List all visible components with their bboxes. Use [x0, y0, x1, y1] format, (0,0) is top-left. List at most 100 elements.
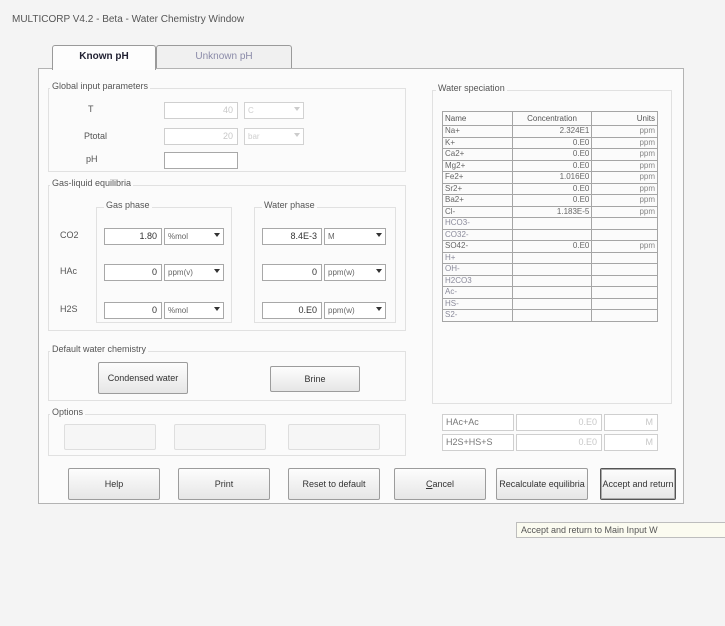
unit-cell: ppm	[591, 240, 658, 253]
chevron-down-icon	[294, 107, 300, 111]
unit-cell: ppm	[591, 159, 658, 172]
ptotal-unit-value: bar	[248, 132, 260, 141]
species-name-cell: Ca2+	[442, 148, 513, 161]
t-input[interactable]: 40	[164, 102, 238, 119]
co2-water-unit-select[interactable]: M	[324, 228, 386, 245]
h2s-total-unit: M	[604, 434, 658, 451]
species-name-cell: Mg2+	[442, 159, 513, 172]
column-header-units: Units	[591, 111, 658, 126]
option-button-1[interactable]	[64, 424, 156, 450]
species-name-cell: SO42-	[442, 240, 513, 253]
ph-input[interactable]	[164, 152, 238, 169]
chevron-down-icon	[214, 307, 220, 311]
unit-cell: ppm	[591, 171, 658, 184]
table-row: H+	[442, 251, 658, 264]
unit-cell: ppm	[591, 205, 658, 218]
recalculate-button[interactable]: Recalculate equilibria	[496, 468, 588, 500]
unit-cell: ppm	[591, 182, 658, 195]
t-unit-value: C	[248, 106, 254, 115]
condensed-water-button[interactable]: Condensed water	[98, 362, 188, 394]
concentration-cell: 0.E0	[511, 194, 593, 207]
concentration-cell: 0.E0	[511, 136, 593, 149]
co2-gas-unit-select[interactable]: %mol	[164, 228, 224, 245]
t-unit-select[interactable]: C	[244, 102, 304, 119]
species-name-cell: H+	[442, 251, 513, 264]
default-water-title: Default water chemistry	[50, 344, 149, 354]
concentration-cell: 1.016E0	[511, 171, 593, 184]
h2s-gas-unit-select[interactable]: %mol	[164, 302, 224, 319]
unit-cell	[591, 263, 658, 276]
chevron-down-icon	[376, 307, 382, 311]
species-name-cell: Sr2+	[442, 182, 513, 195]
concentration-cell: 0.E0	[511, 159, 593, 172]
global-params-title: Global input parameters	[50, 81, 151, 91]
h2s-water-unit-select[interactable]: ppm(w)	[324, 302, 386, 319]
concentration-cell	[511, 286, 593, 299]
h2s-gas-input[interactable]: 0	[104, 302, 162, 319]
concentration-cell	[511, 309, 593, 322]
water-speciation-title: Water speciation	[436, 83, 507, 93]
table-row: Na+ 2.324E1 ppm	[442, 125, 658, 138]
hac-gas-unit-select[interactable]: ppm(v)	[164, 264, 224, 281]
window-title: MULTICORP V4.2 - Beta - Water Chemistry …	[12, 14, 245, 25]
table-row: Ba2+ 0.E0 ppm	[442, 194, 658, 207]
co2-water-input[interactable]: 8.4E-3	[262, 228, 322, 245]
chevron-down-icon	[376, 269, 382, 273]
ptotal-label: Ptotal	[84, 131, 108, 141]
table-row: HS-	[442, 297, 658, 310]
hac-total-value: 0.E0	[516, 414, 602, 431]
options-title: Options	[50, 407, 86, 417]
accept-tooltip: Accept and return to Main Input W	[516, 522, 725, 538]
concentration-cell: 0.E0	[511, 240, 593, 253]
hac-water-unit-select[interactable]: ppm(w)	[324, 264, 386, 281]
hac-gas-unit-value: ppm(v)	[168, 268, 193, 277]
species-name-cell: HCO3-	[442, 217, 513, 230]
tab-unknown-ph[interactable]: Unknown pH	[156, 45, 292, 69]
unit-cell	[591, 251, 658, 264]
column-header-concentration: Concentration	[511, 111, 593, 126]
help-button[interactable]: Help	[68, 468, 160, 500]
concentration-cell	[511, 274, 593, 287]
ptotal-unit-select[interactable]: bar	[244, 128, 304, 145]
hac-water-input[interactable]: 0	[262, 264, 322, 281]
hac-total-unit: M	[604, 414, 658, 431]
column-header-name: Name	[442, 111, 513, 126]
ptotal-input[interactable]: 20	[164, 128, 238, 145]
table-row: Fe2+ 1.016E0 ppm	[442, 171, 658, 184]
option-button-2[interactable]	[174, 424, 266, 450]
unit-cell	[591, 274, 658, 287]
table-row: HCO3-	[442, 217, 658, 230]
table-header-row: Name Concentration Units	[442, 111, 658, 126]
unit-cell: ppm	[591, 125, 658, 138]
table-row: OH-	[442, 263, 658, 276]
accept-return-button[interactable]: Accept and return	[600, 468, 676, 500]
print-button[interactable]: Print	[178, 468, 270, 500]
unit-cell	[591, 217, 658, 230]
table-row: S2-	[442, 309, 658, 322]
species-name-cell: K+	[442, 136, 513, 149]
concentration-cell	[511, 297, 593, 310]
co2-label: CO2	[60, 230, 79, 240]
option-button-3[interactable]	[288, 424, 380, 450]
gas-liquid-title: Gas-liquid equilibria	[50, 178, 134, 188]
co2-gas-input[interactable]: 1.80	[104, 228, 162, 245]
brine-button[interactable]: Brine	[270, 366, 360, 392]
h2s-total-value: 0.E0	[516, 434, 602, 451]
hac-total-label: HAc+Ac	[442, 414, 514, 431]
concentration-cell	[511, 251, 593, 264]
water-phase-title: Water phase	[262, 200, 317, 210]
hac-gas-input[interactable]: 0	[104, 264, 162, 281]
unit-cell	[591, 228, 658, 241]
reset-button[interactable]: Reset to default	[288, 468, 380, 500]
table-row: H2CO3	[442, 274, 658, 287]
h2s-water-input[interactable]: 0.E0	[262, 302, 322, 319]
chevron-down-icon	[294, 133, 300, 137]
cancel-button[interactable]: Cancel	[394, 468, 486, 500]
concentration-cell: 0.E0	[511, 148, 593, 161]
species-name-cell: Ba2+	[442, 194, 513, 207]
h2s-gas-unit-value: %mol	[168, 306, 189, 315]
unit-cell	[591, 286, 658, 299]
concentration-cell	[511, 228, 593, 241]
tab-known-ph[interactable]: Known pH	[52, 45, 156, 70]
table-row: Ca2+ 0.E0 ppm	[442, 148, 658, 161]
